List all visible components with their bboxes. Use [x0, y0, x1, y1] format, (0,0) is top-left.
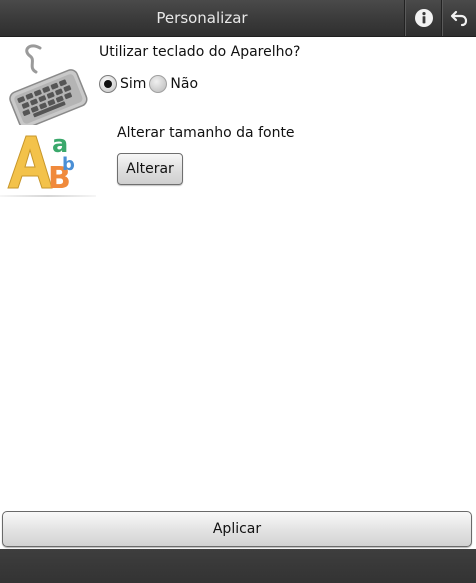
font-letters-icon: a B b — [7, 130, 75, 196]
info-button[interactable] — [404, 0, 442, 36]
radio-button-nao[interactable] — [149, 75, 168, 93]
personalizar-screen: Personalizar a B b Utilizar teclado do A… — [0, 0, 476, 583]
keyboard-icon — [9, 44, 88, 125]
keyboard-question: Utilizar teclado do Aparelho? — [99, 44, 301, 60]
radio-option-sim[interactable]: Sim — [99, 75, 146, 93]
radio-label-sim: Sim — [120, 76, 147, 92]
radio-button-sim[interactable] — [99, 75, 117, 93]
info-icon — [414, 9, 433, 27]
svg-text:b: b — [62, 154, 75, 175]
radio-label-nao: Não — [170, 76, 199, 92]
bottom-bar — [0, 549, 476, 583]
apply-button[interactable]: Aplicar — [2, 511, 472, 547]
settings-illustration: a B b — [0, 40, 96, 198]
back-arrow-icon — [450, 10, 467, 27]
font-size-label: Alterar tamanho da fonte — [117, 125, 295, 141]
page-title: Personalizar — [156, 9, 248, 27]
illustration-divider — [0, 195, 96, 197]
top-bar: Personalizar — [0, 0, 476, 37]
back-button[interactable] — [441, 0, 476, 36]
keyboard-radio-group: Sim Não — [99, 73, 198, 95]
radio-option-nao[interactable]: Não — [149, 75, 198, 93]
alter-font-button[interactable]: Alterar — [117, 153, 183, 185]
